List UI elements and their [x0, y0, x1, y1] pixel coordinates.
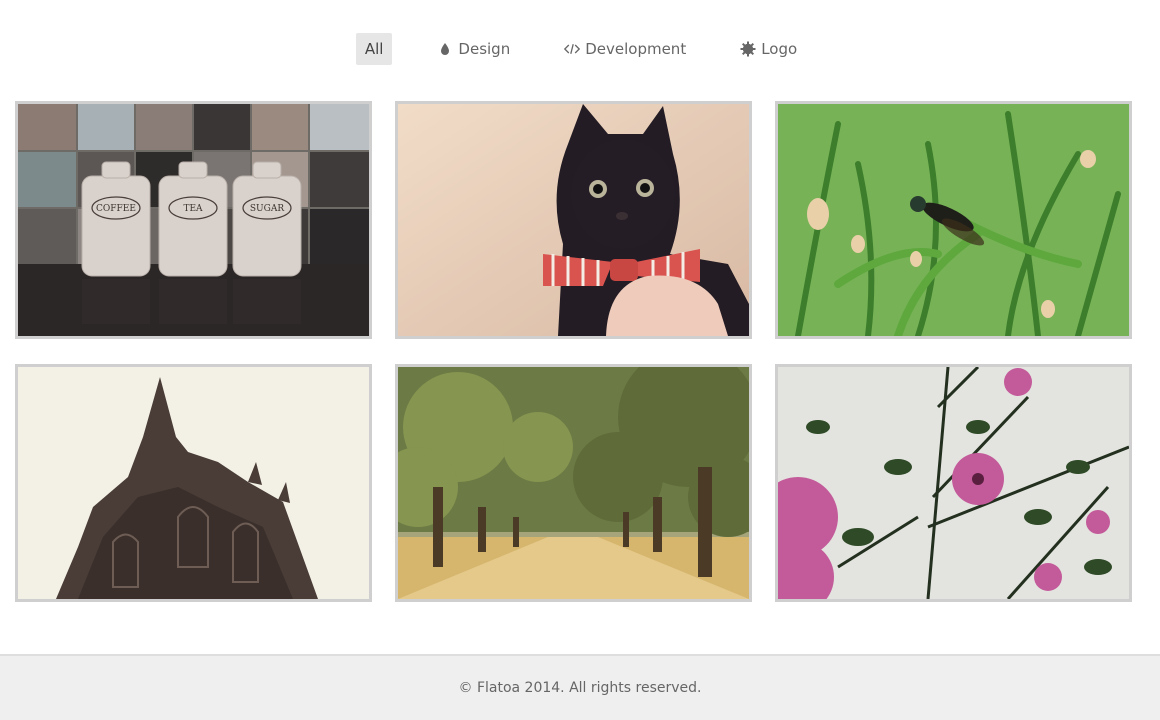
gallery-item-cathedral[interactable] [15, 364, 372, 602]
filter-all[interactable]: All [355, 33, 393, 65]
filter-design-label: Design [458, 40, 511, 58]
jar-label-sugar: SUGAR [250, 204, 284, 214]
filter-development[interactable]: Development [555, 33, 695, 65]
fly-photo [778, 104, 1129, 336]
filter-development-label: Development [585, 40, 687, 58]
filter-all-label: All [364, 40, 384, 58]
gallery-item-flowers[interactable] [775, 364, 1132, 602]
kitten-photo [398, 104, 749, 336]
drop-icon [437, 41, 453, 57]
filter-logo[interactable]: Logo [731, 33, 806, 65]
jar-label-coffee: COFFEE [96, 204, 136, 214]
trees-photo [398, 367, 749, 599]
gallery-item-jars[interactable]: COFFEE TEA SUGAR [15, 101, 372, 339]
filter-logo-label: Logo [761, 40, 798, 58]
filter-design[interactable]: Design [428, 33, 519, 65]
gallery-item-trees[interactable] [395, 364, 752, 602]
copyright-text: © Flatoa 2014. All rights reserved. [458, 680, 702, 696]
code-icon [564, 41, 581, 57]
gear-icon [740, 41, 756, 57]
cathedral-photo [18, 367, 369, 599]
gallery-item-fly[interactable] [775, 101, 1132, 339]
jars-photo: COFFEE TEA SUGAR [18, 104, 369, 336]
jar-label-tea: TEA [183, 204, 203, 214]
portfolio-filter-bar: All Design Development Logo [0, 33, 1160, 65]
flowers-photo [778, 367, 1129, 599]
page-footer: © Flatoa 2014. All rights reserved. [0, 654, 1160, 720]
gallery-item-kitten[interactable] [395, 101, 752, 339]
